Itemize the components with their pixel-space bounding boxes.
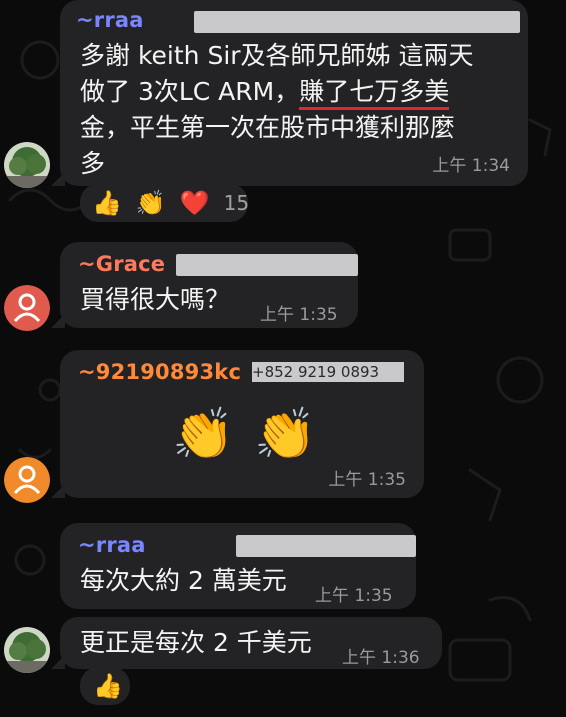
redacted-phone (236, 535, 416, 557)
highlighted-text: 賺了七万多美 (299, 77, 450, 110)
message-line-2: 做了 3次LC ARM，賺了七万多美 (80, 74, 520, 110)
message-line-1: 多謝 keith Sir及各師兄師姊 這兩天 (80, 41, 474, 70)
thumbs-up-icon: 👍 (93, 672, 123, 700)
tree-photo-icon (4, 627, 50, 673)
tree-photo-icon (4, 142, 50, 188)
sender-phone: +852 9219 0893 (252, 362, 404, 382)
sender-name[interactable]: ~rraa (78, 533, 146, 557)
clapping-hands-icon: 👏 (135, 189, 166, 217)
message-bubble-3[interactable]: ~92190893kc +852 9219 0893 👏 👏 上午 1:35 (51, 350, 424, 498)
message-bubble-5[interactable]: 更正是每次 2 千美元 上午 1:36 (51, 617, 442, 669)
reactions-bar[interactable]: 👍 👏 ❤️ 15 (80, 184, 250, 222)
sender-name[interactable]: ~rraa (76, 8, 144, 32)
redacted-phone (194, 11, 520, 33)
message-text: 更正是每次 2 千美元 (80, 628, 312, 657)
message-bubble-4[interactable]: ~rraa 每次大約 2 萬美元 上午 1:35 (60, 523, 416, 609)
redacted-phone (176, 254, 358, 276)
message-text: 每次大約 2 萬美元 (80, 566, 287, 595)
avatar-92190893kc[interactable] (4, 457, 50, 503)
heart-icon: ❤️ (179, 189, 210, 217)
message-bubble-2[interactable]: ~Grace 買得很大嗎？ 上午 1:35 (51, 242, 358, 328)
message-time: 上午 1:35 (315, 586, 393, 606)
sender-name[interactable]: ~Grace (78, 252, 165, 276)
person-icon (4, 457, 50, 503)
thumbs-up-icon: 👍 (92, 189, 122, 217)
message-text: 買得很大嗎？ (80, 285, 231, 314)
reactions-bar[interactable]: 👍 (80, 667, 130, 705)
bubble-tail (51, 314, 65, 328)
clapping-hands-icon: 👏 👏 (172, 405, 319, 463)
message-bubble-1[interactable]: ~rraa 多謝 keith Sir及各師兄師姊 這兩天 做了 3次LC ARM… (51, 0, 528, 186)
bubble-tail (51, 655, 65, 669)
sender-name[interactable]: ~92190893kc (78, 360, 241, 384)
reaction-count: 15 (223, 191, 250, 215)
message-line-3: 金，平生第一次在股市中獲利那麼 (80, 113, 456, 142)
message-time: 上午 1:36 (342, 648, 420, 668)
message-time: 上午 1:35 (328, 470, 406, 490)
bubble-tail (51, 172, 65, 186)
message-time: 上午 1:35 (260, 305, 338, 325)
avatar-rraa[interactable] (4, 627, 50, 673)
person-icon (4, 285, 50, 331)
avatar-rraa[interactable] (4, 142, 50, 188)
avatar-grace[interactable] (4, 285, 50, 331)
bubble-tail (51, 484, 65, 498)
message-time: 上午 1:34 (432, 156, 510, 176)
